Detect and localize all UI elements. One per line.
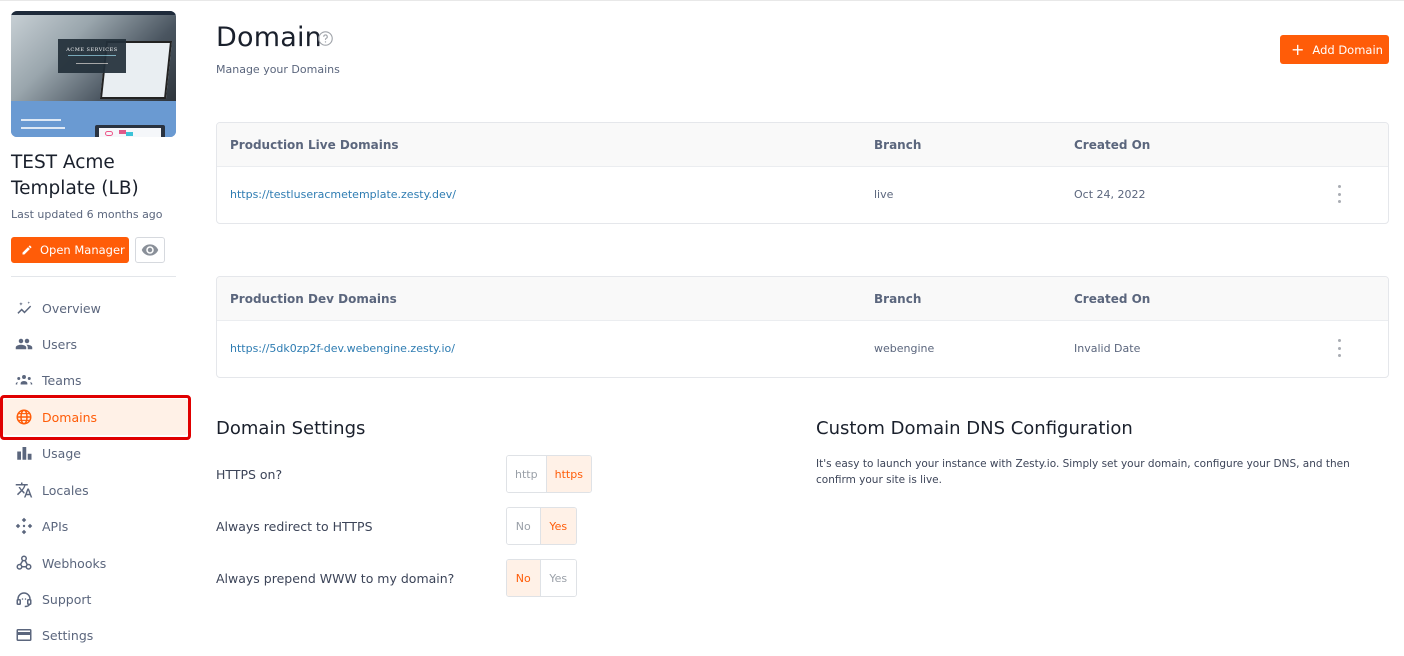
more-options-icon[interactable]	[1333, 339, 1345, 357]
sidebar-item-label: Domains	[42, 409, 98, 425]
thumbnail-line	[21, 127, 65, 129]
live-domains-table: Production Live Domains Branch Created O…	[216, 122, 1389, 224]
plus-icon: +	[1291, 39, 1305, 59]
sidebar-item-users[interactable]: Users	[3, 326, 188, 362]
sidebar-item-usage[interactable]: Usage	[3, 435, 188, 471]
globe-icon	[15, 408, 33, 426]
sidebar-item-label: Usage	[42, 445, 81, 461]
preview-button[interactable]	[135, 237, 165, 263]
https-setting-label: HTTPS on?	[216, 467, 283, 482]
thumbnail-shape	[105, 131, 113, 136]
add-domain-button[interactable]: + Add Domain	[1280, 35, 1389, 64]
sidebar-item-label: Users	[42, 336, 78, 352]
sidebar-divider	[11, 276, 176, 277]
created-cell: Invalid Date	[1074, 342, 1141, 355]
toggle-option-no[interactable]: No	[507, 560, 540, 596]
created-cell: Oct 24, 2022	[1074, 188, 1146, 201]
overview-icon	[15, 299, 33, 317]
sidebar: ACME SERVICES TEST Acme Template (LB) La…	[0, 0, 200, 656]
table-header: Production Live Domains Branch Created O…	[217, 123, 1388, 167]
https-toggle: http https	[506, 455, 592, 493]
thumbnail-line	[21, 119, 61, 121]
sidebar-item-label: APIs	[42, 518, 69, 534]
site-title: TEST Acme Template (LB)	[11, 152, 139, 199]
webhook-icon	[15, 554, 33, 572]
dns-config-description: It's easy to launch your instance with Z…	[816, 458, 1350, 486]
toggle-option-http[interactable]: http	[507, 456, 546, 492]
thumbnail-heading: ACME SERVICES	[66, 47, 118, 53]
dev-domains-table: Production Dev Domains Branch Created On…	[216, 276, 1389, 378]
domain-link[interactable]: https://testluseracmetemplate.zesty.dev/	[230, 188, 456, 201]
sidebar-item-label: Webhooks	[42, 555, 107, 571]
www-toggle: No Yes	[506, 559, 577, 597]
column-header-branch: Branch	[874, 138, 922, 152]
thumbnail-shape	[126, 132, 133, 136]
www-setting-label: Always prepend WWW to my domain?	[216, 571, 455, 586]
help-icon[interactable]	[317, 30, 334, 47]
card-icon	[15, 626, 33, 644]
domain-settings-title: Domain Settings	[216, 418, 366, 439]
sidebar-item-label: Locales	[42, 482, 89, 498]
open-manager-label: Open Manager	[40, 243, 125, 257]
top-divider	[0, 0, 1404, 3]
branch-cell: webengine	[874, 342, 935, 355]
api-icon	[15, 517, 33, 535]
eye-icon	[141, 244, 159, 256]
sidebar-item-domains[interactable]: Domains	[3, 399, 188, 435]
thumbnail-line	[76, 63, 108, 64]
redirect-toggle: No Yes	[506, 507, 577, 545]
sidebar-item-webhooks[interactable]: Webhooks	[3, 545, 188, 581]
table-header: Production Dev Domains Branch Created On	[217, 277, 1388, 321]
support-icon	[15, 590, 33, 608]
open-manager-button[interactable]: Open Manager	[11, 237, 129, 263]
toggle-option-https[interactable]: https	[545, 456, 591, 492]
toggle-option-yes[interactable]: Yes	[539, 560, 576, 596]
thumbnail-screen	[95, 125, 165, 137]
thumbnail-line	[68, 55, 116, 56]
sidebar-item-apis[interactable]: APIs	[3, 508, 188, 544]
translate-icon	[15, 481, 33, 499]
pencil-icon	[22, 245, 32, 255]
thumbnail-overlay: ACME SERVICES	[58, 39, 126, 73]
column-header-created: Created On	[1074, 292, 1151, 306]
teams-icon	[15, 371, 33, 389]
bar-chart-icon	[15, 444, 33, 462]
add-domain-label: Add Domain	[1312, 42, 1383, 57]
column-header-created: Created On	[1074, 138, 1151, 152]
dns-config-title: Custom Domain DNS Configuration	[816, 418, 1133, 439]
sidebar-item-label: Support	[42, 591, 92, 607]
sidebar-item-overview[interactable]: Overview	[3, 290, 188, 326]
sidebar-item-support[interactable]: Support	[3, 581, 188, 617]
redirect-setting-label: Always redirect to HTTPS	[216, 519, 373, 534]
toggle-option-no[interactable]: No	[507, 508, 540, 544]
sidebar-item-label: Overview	[42, 300, 101, 316]
sidebar-item-settings[interactable]: Settings	[3, 617, 188, 653]
page-subtitle: Manage your Domains	[216, 63, 340, 76]
sidebar-item-teams[interactable]: Teams	[3, 362, 188, 398]
sidebar-item-label: Settings	[42, 627, 94, 643]
thumbnail-navbar	[11, 11, 176, 15]
column-header-branch: Branch	[874, 292, 922, 306]
branch-cell: live	[874, 188, 894, 201]
users-icon	[15, 335, 33, 353]
sidebar-item-label: Teams	[42, 372, 82, 388]
last-updated: Last updated 6 months ago	[11, 208, 163, 221]
thumbnail-shape	[119, 130, 126, 134]
sidebar-item-locales[interactable]: Locales	[3, 472, 188, 508]
toggle-option-yes[interactable]: Yes	[539, 508, 576, 544]
column-header-domain: Production Live Domains	[230, 138, 399, 152]
site-thumbnail[interactable]: ACME SERVICES	[11, 11, 176, 137]
column-header-domain: Production Dev Domains	[230, 292, 397, 306]
domain-link[interactable]: https://5dk0zp2f-dev.webengine.zesty.io/	[230, 342, 455, 355]
page-title: Domain	[216, 22, 322, 53]
more-options-icon[interactable]	[1333, 185, 1345, 203]
